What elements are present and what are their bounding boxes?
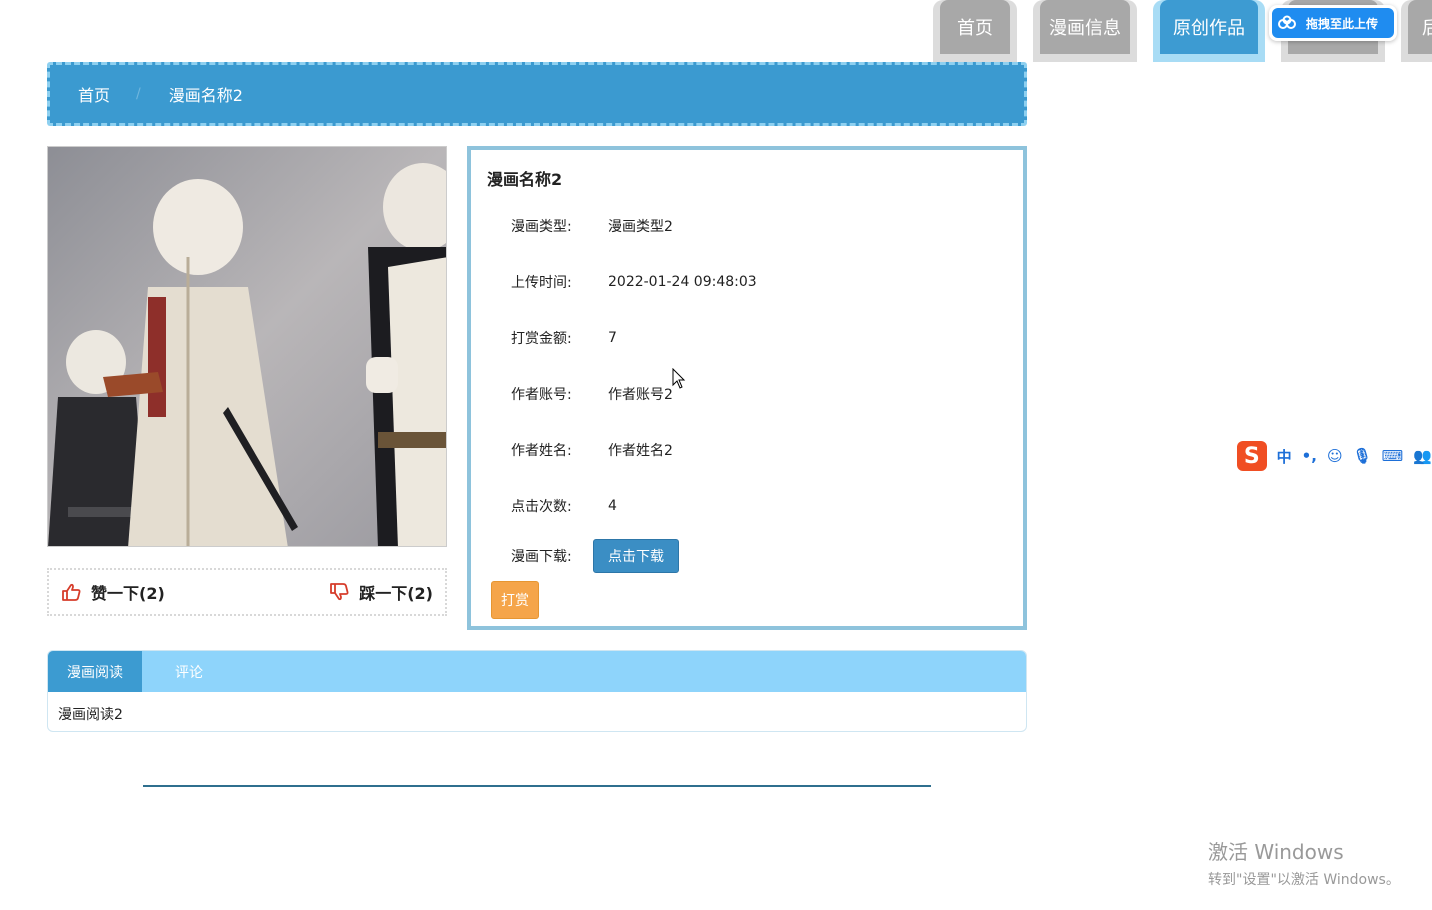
windows-activation-watermark: 激活 Windows 转到"设置"以激活 Windows。: [1208, 836, 1400, 889]
detail-value: 4: [608, 498, 617, 514]
tab-comments[interactable]: 评论: [142, 651, 236, 692]
cloud-icon: [1272, 8, 1302, 38]
reward-button[interactable]: 打赏: [491, 581, 539, 619]
breadcrumb-separator: /: [136, 86, 141, 102]
mouse-cursor-icon: [672, 368, 686, 389]
detail-row-type: 漫画类型: 漫画类型2: [511, 216, 673, 236]
ime-lang-toggle[interactable]: 中: [1277, 446, 1292, 467]
detail-value: 7: [608, 330, 617, 346]
vote-bar: 赞一下(2) 踩一下(2): [47, 568, 447, 616]
detail-label: 作者姓名:: [511, 443, 572, 459]
detail-label: 作者账号:: [511, 387, 572, 403]
comic-cover-image: [47, 146, 447, 547]
detail-row-author-name: 作者姓名: 作者姓名2: [511, 440, 673, 460]
like-button[interactable]: 赞一下(2): [61, 580, 165, 604]
detail-row-author-account: 作者账号: 作者账号2: [511, 384, 673, 404]
tab-content: 漫画阅读2: [58, 707, 123, 723]
thumbs-up-icon: [62, 583, 81, 601]
content-tabs-panel: 漫画阅读 评论 漫画阅读2: [47, 650, 1027, 732]
detail-row-click-count: 点击次数: 4: [511, 496, 617, 516]
keyboard-icon[interactable]: ⌨: [1382, 447, 1404, 465]
emoji-icon[interactable]: ☺: [1327, 447, 1343, 465]
detail-value: 作者姓名2: [608, 443, 673, 459]
nav-tab-admin[interactable]: 后台管: [1401, 0, 1432, 62]
nav-tab-original-works-label: 原创作品: [1160, 0, 1258, 54]
ime-punct-toggle[interactable]: •,: [1302, 447, 1317, 465]
detail-value: 漫画类型2: [608, 219, 673, 235]
nav-tab-home-label: 首页: [940, 0, 1010, 54]
breadcrumb: 首页 / 漫画名称2: [47, 62, 1027, 126]
sogou-logo-icon: S: [1237, 441, 1267, 471]
download-button[interactable]: 点击下载: [593, 539, 679, 573]
user-icon[interactable]: 👥: [1413, 447, 1432, 465]
nav-tab-original-works[interactable]: 原创作品: [1153, 0, 1265, 62]
detail-row-reward-amount: 打赏金额: 7: [511, 328, 617, 348]
nav-tab-home[interactable]: 首页: [933, 0, 1017, 62]
nav-tab-comic-info[interactable]: 漫画信息: [1033, 0, 1137, 62]
breadcrumb-current: 漫画名称2: [168, 86, 243, 105]
breadcrumb-home[interactable]: 首页: [78, 82, 110, 106]
like-label: 赞一下(2): [91, 584, 165, 603]
comic-detail-panel: 漫画名称2 漫画类型: 漫画类型2 上传时间: 2022-01-24 09:48…: [467, 146, 1027, 630]
detail-label: 点击次数:: [511, 499, 572, 515]
dislike-button[interactable]: 踩一下(2): [329, 580, 433, 604]
watermark-subtitle: 转到"设置"以激活 Windows。: [1208, 872, 1400, 888]
detail-label: 上传时间:: [511, 275, 572, 291]
nav-tab-comic-info-label: 漫画信息: [1040, 0, 1130, 54]
comic-title: 漫画名称2: [487, 170, 563, 189]
nav-tab-admin-label: 后台管: [1408, 0, 1432, 54]
detail-label: 打赏金额:: [511, 331, 572, 347]
watermark-title: 激活 Windows: [1208, 840, 1344, 864]
detail-value: 2022-01-24 09:48:03: [608, 274, 757, 290]
microphone-icon[interactable]: 🎙: [1353, 447, 1372, 465]
thumbs-down-icon: [330, 583, 349, 601]
baidu-upload-float[interactable]: 拖拽至此上传: [1269, 5, 1397, 41]
ime-toolbar[interactable]: S 中 •, ☺ 🎙 ⌨ 👥: [1237, 441, 1432, 471]
detail-row-upload-time: 上传时间: 2022-01-24 09:48:03: [511, 272, 757, 292]
dislike-label: 踩一下(2): [359, 584, 433, 603]
detail-row-download: 漫画下载: 点击下载: [511, 539, 679, 573]
footer-divider: [143, 785, 931, 787]
detail-value: 作者账号2: [608, 387, 673, 403]
tab-comic-reading[interactable]: 漫画阅读: [48, 651, 142, 692]
baidu-upload-label: 拖拽至此上传: [1302, 8, 1394, 38]
detail-label: 漫画类型:: [511, 219, 572, 235]
tab-header: 漫画阅读 评论: [48, 651, 1026, 692]
